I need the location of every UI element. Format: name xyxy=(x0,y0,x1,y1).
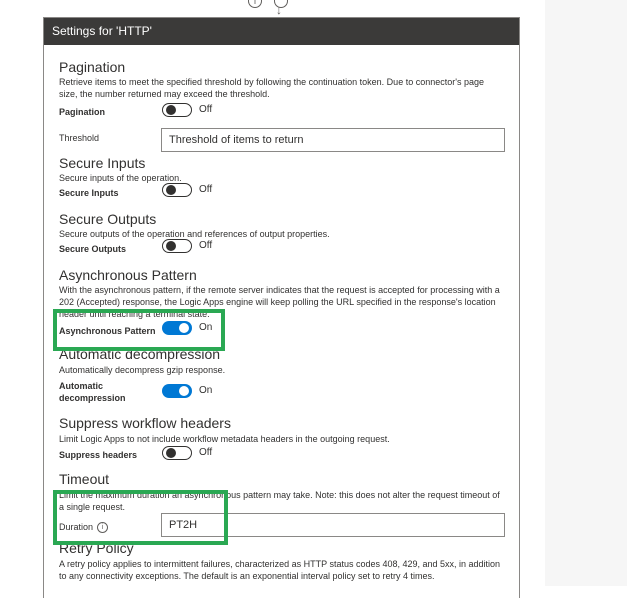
highlight-duration xyxy=(53,490,228,545)
secure-inputs-toggle-label: Secure Inputs xyxy=(59,188,119,198)
auto-decompress-label-line2: decompression xyxy=(59,393,126,403)
info-icon[interactable]: i xyxy=(248,0,262,8)
secure-outputs-state: Off xyxy=(199,240,213,251)
secure-inputs-description: Secure inputs of the operation. xyxy=(59,173,182,183)
pagination-title: Pagination xyxy=(59,59,126,75)
toggle-knob xyxy=(166,241,176,251)
suppress-headers-toggle[interactable] xyxy=(162,446,192,460)
threshold-input[interactable]: Threshold of items to return xyxy=(161,128,505,152)
secure-outputs-toggle[interactable] xyxy=(162,239,192,253)
pagination-toggle-label: Pagination xyxy=(59,107,106,117)
secure-outputs-toggle-label: Secure Outputs xyxy=(59,244,127,254)
auto-decompress-label-line1: Automatic xyxy=(59,381,104,391)
toggle-knob xyxy=(179,386,189,396)
toggle-knob xyxy=(166,448,176,458)
secure-inputs-toggle[interactable] xyxy=(162,183,192,197)
secure-inputs-title: Secure Inputs xyxy=(59,155,146,171)
pagination-description: Retrieve items to meet the specified thr… xyxy=(59,77,484,99)
secure-outputs-title: Secure Outputs xyxy=(59,211,157,227)
timeout-title: Timeout xyxy=(59,471,110,487)
suppress-headers-state: Off xyxy=(199,447,213,458)
suppress-headers-title: Suppress workflow headers xyxy=(59,415,231,431)
arrow-down-icon: ↓ xyxy=(276,3,282,17)
connector-icons: i ↓ xyxy=(246,0,296,16)
auto-decompress-state: On xyxy=(199,385,213,396)
suppress-headers-toggle-label: Suppress headers xyxy=(59,450,138,460)
background-gutter xyxy=(545,0,627,586)
panel-title: Settings for 'HTTP' xyxy=(44,18,519,45)
auto-decompress-description: Automatically decompress gzip response. xyxy=(59,365,226,375)
toggle-knob xyxy=(166,185,176,195)
pagination-toggle[interactable] xyxy=(162,103,192,117)
threshold-label: Threshold xyxy=(59,133,100,143)
secure-outputs-description: Secure outputs of the operation and refe… xyxy=(59,229,330,239)
auto-decompress-toggle[interactable] xyxy=(162,384,192,398)
secure-inputs-state: Off xyxy=(199,184,213,195)
highlight-async-toggle xyxy=(53,309,225,351)
toggle-knob xyxy=(166,105,176,115)
retry-policy-description: A retry policy applies to intermittent f… xyxy=(59,559,501,581)
suppress-headers-description: Limit Logic Apps to not include workflow… xyxy=(59,434,390,444)
async-pattern-title: Asynchronous Pattern xyxy=(59,267,197,283)
pagination-state: Off xyxy=(199,104,213,115)
